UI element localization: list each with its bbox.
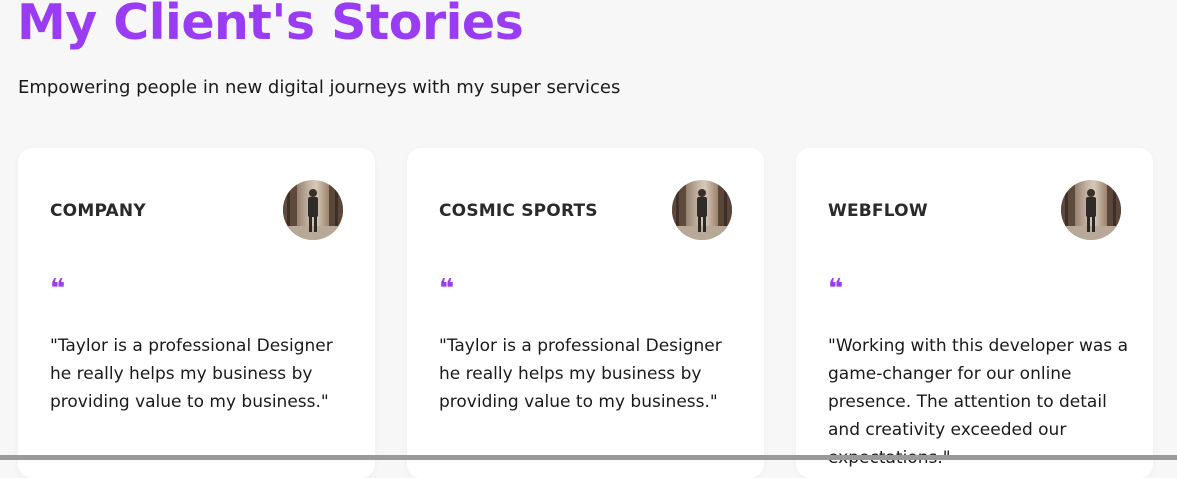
testimonial-cards: COMPANY ❝ "Taylor is a professional Desi… xyxy=(18,148,1153,478)
page-title: My Client's Stories xyxy=(17,0,524,51)
horizontal-scrollbar[interactable] xyxy=(0,455,1177,460)
testimonial-card: WEBFLOW ❝ "Working with this developer w… xyxy=(796,148,1153,478)
quote-icon: ❝ xyxy=(828,274,844,304)
testimonial-card: COSMIC SPORTS ❝ "Taylor is a professiona… xyxy=(407,148,764,478)
client-avatar xyxy=(1061,180,1121,240)
testimonial-text: "Working with this developer was a game-… xyxy=(828,336,1128,468)
testimonial-card: COMPANY ❝ "Taylor is a professional Desi… xyxy=(18,148,375,478)
company-name: WEBFLOW xyxy=(828,201,928,221)
testimonial-text: "Taylor is a professional Designer he re… xyxy=(50,336,333,412)
testimonial-text: "Taylor is a professional Designer he re… xyxy=(439,336,722,412)
quote-icon: ❝ xyxy=(439,274,455,304)
client-avatar xyxy=(672,180,732,240)
quote-icon: ❝ xyxy=(50,274,66,304)
page-subtitle: Empowering people in new digital journey… xyxy=(18,77,621,98)
client-avatar xyxy=(283,180,343,240)
company-name: COSMIC SPORTS xyxy=(439,201,598,221)
company-name: COMPANY xyxy=(50,201,146,221)
